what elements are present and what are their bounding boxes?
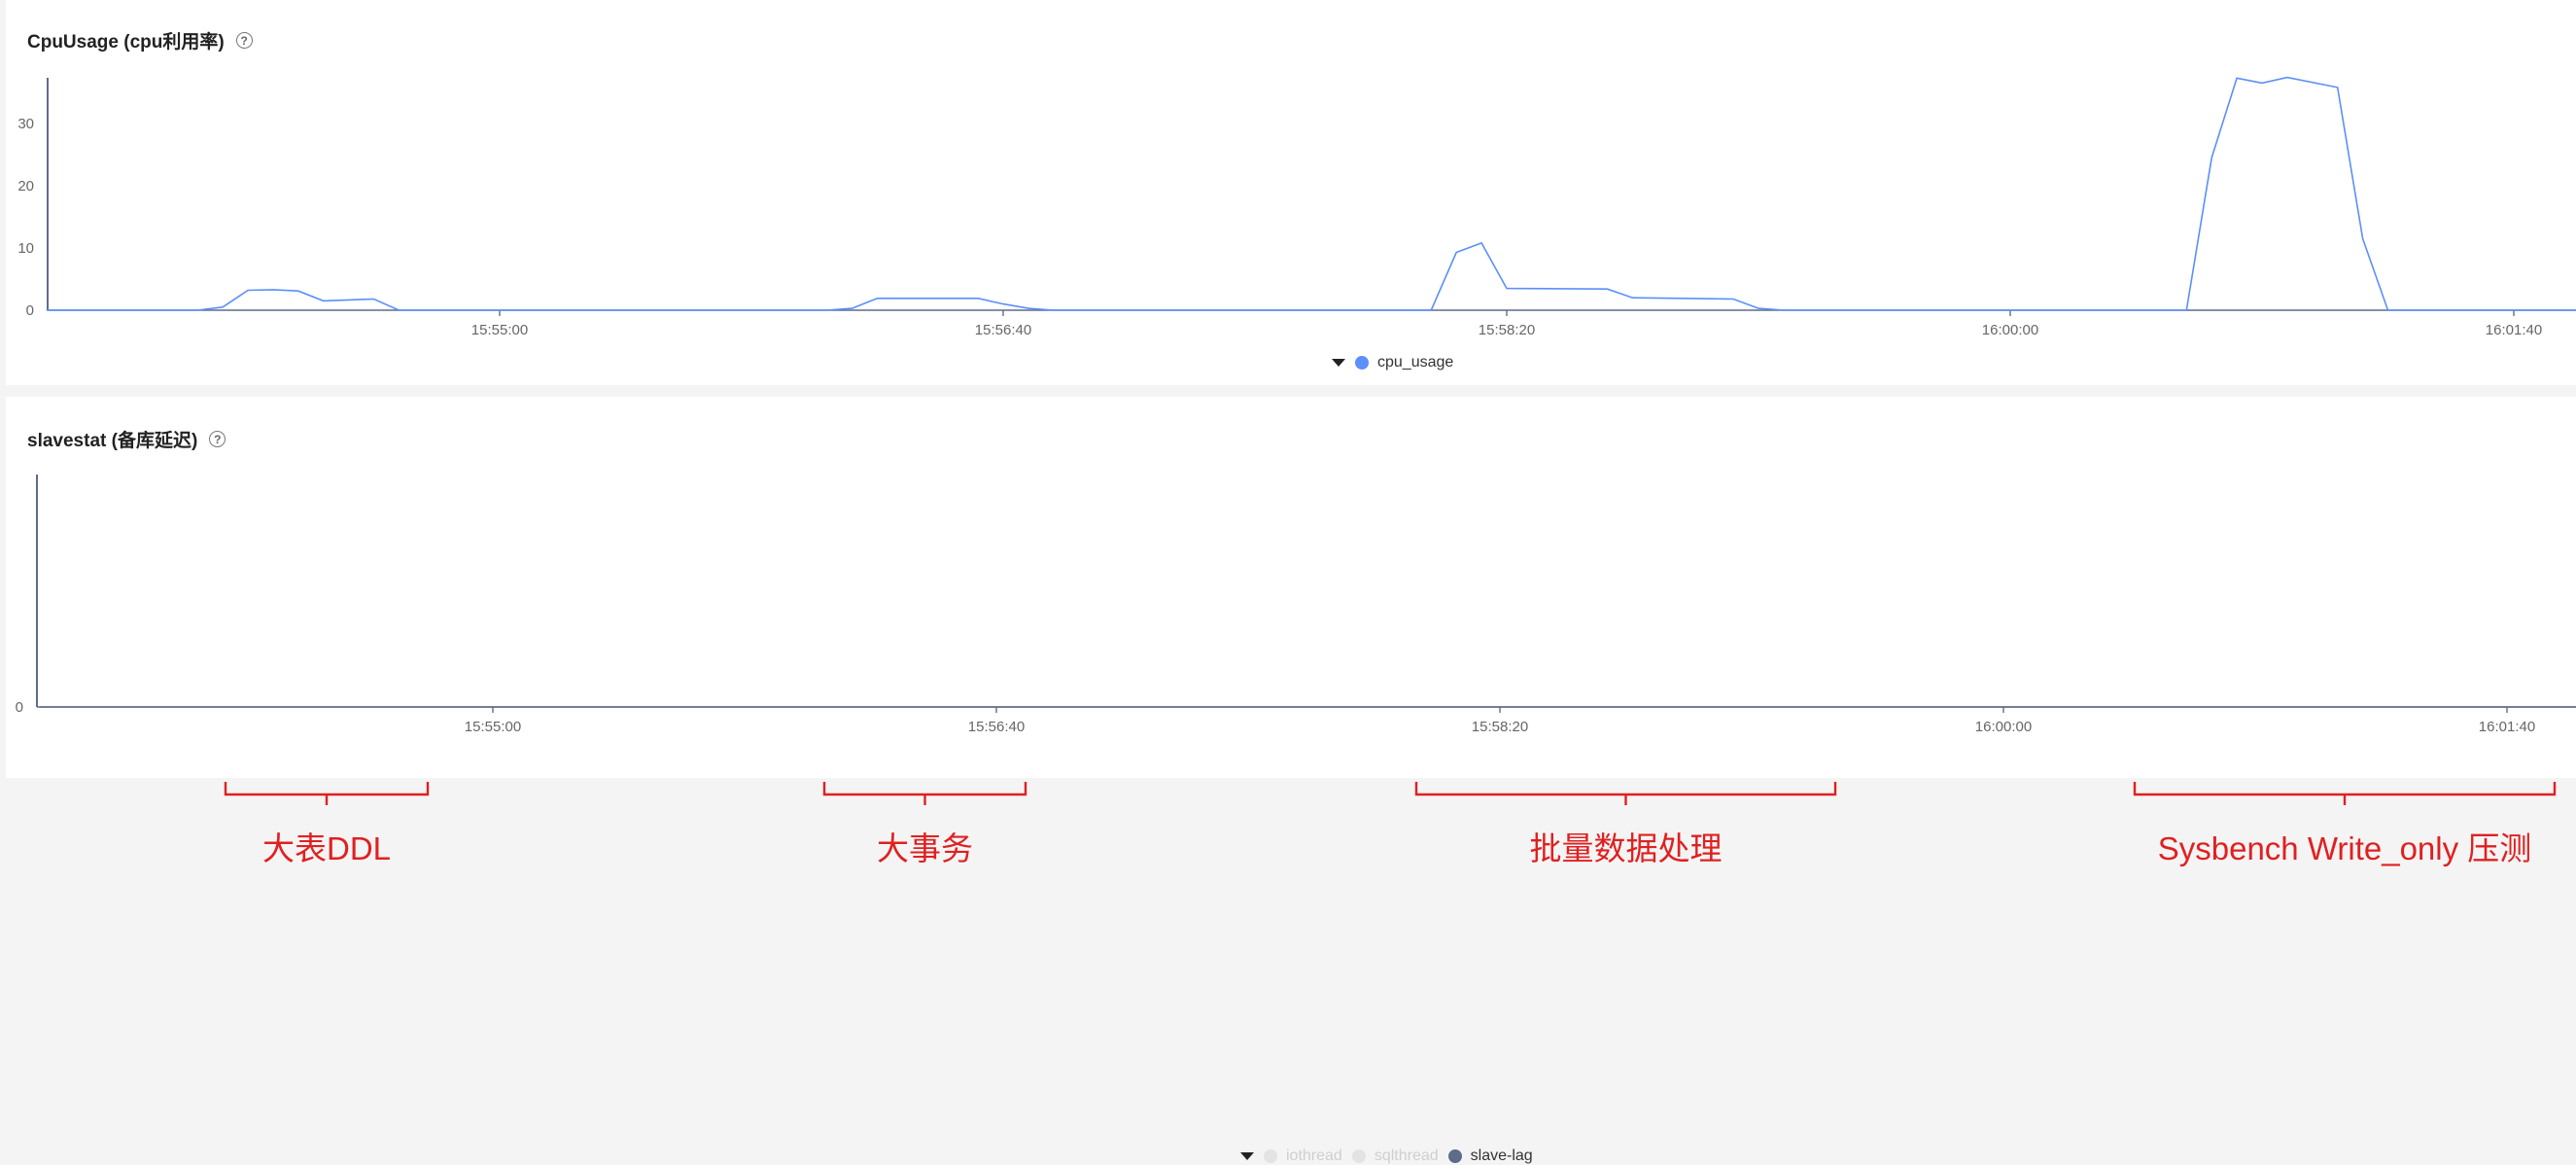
legend-dot-icon bbox=[1355, 356, 1369, 370]
y-tick-label: 10 bbox=[17, 240, 34, 257]
legend-label: slave-lag bbox=[1470, 1147, 1533, 1164]
legend-item-slave-lag[interactable]: slave-lag bbox=[1447, 1147, 1533, 1165]
legend-collapse-caret-icon[interactable] bbox=[1240, 1152, 1254, 1160]
legend-collapse-caret-icon[interactable] bbox=[1332, 359, 1345, 367]
series-line-cpu_usage bbox=[46, 76, 2576, 311]
x-tick-label: 16:01:40 bbox=[2479, 719, 2535, 735]
slavestat-chart: 0 15:55:00 15:56:40 15:58:20 16:00:00 16:01:4… bbox=[16, 475, 2576, 735]
legend-label: sqlthread bbox=[1374, 1147, 1439, 1164]
legend-dot-icon bbox=[1264, 1149, 1277, 1163]
annotation-bracket bbox=[224, 782, 430, 805]
legend-item-cpu_usage[interactable]: cpu_usage bbox=[1355, 354, 1453, 371]
annotation-label: 大事务 bbox=[877, 830, 973, 866]
y-tick-label: 30 bbox=[17, 116, 34, 132]
cpu-usage-chart: 0 10 20 30 15:55:00 15:56:40 15:58:20 16:00:00 1… bbox=[17, 76, 2576, 338]
x-tick-label: 15:55:00 bbox=[471, 322, 528, 338]
y-tick-label: 0 bbox=[26, 302, 34, 319]
annotation-label: Sysbench Write_only 压测 bbox=[2157, 830, 2532, 866]
cpu-legend: cpu_usage bbox=[1332, 354, 1463, 371]
y-tick-label: 0 bbox=[16, 699, 23, 716]
annotation-bracket bbox=[822, 782, 1027, 805]
slave-legend: iothread sqlthread slave-lag bbox=[1240, 1147, 1543, 1165]
cpu-usage-panel: CpuUsage (cpu利用率) ? 0 10 20 30 15:55:00 15:56… bbox=[6, 0, 2576, 385]
x-tick-label: 15:58:20 bbox=[1472, 719, 1528, 735]
annotation-label: 大表DDL bbox=[261, 830, 392, 866]
x-tick-label: 15:56:40 bbox=[975, 322, 1031, 338]
legend-label: iothread bbox=[1286, 1147, 1342, 1164]
x-tick-label: 16:01:40 bbox=[2486, 322, 2542, 338]
x-tick-label: 15:56:40 bbox=[968, 719, 1025, 735]
legend-dot-icon bbox=[1447, 1149, 1462, 1163]
slavestat-panel: slavestat (备库延迟) ? 0 15:55:00 15:56:40 15:5… bbox=[6, 397, 2576, 1164]
annotation-label: 批量数据处理 bbox=[1529, 830, 1723, 866]
annotation-bracket bbox=[1414, 782, 1837, 805]
legend-item-iothread[interactable]: iothread bbox=[1264, 1147, 1342, 1165]
annotation-bracket bbox=[2133, 782, 2557, 805]
legend-label: cpu_usage bbox=[1377, 354, 1454, 371]
x-tick-label: 16:00:00 bbox=[1982, 322, 2038, 338]
x-tick-label: 15:58:20 bbox=[1479, 322, 1535, 338]
y-tick-label: 20 bbox=[17, 178, 34, 194]
x-tick-label: 15:55:00 bbox=[465, 719, 521, 735]
legend-item-sqlthread[interactable]: sqlthread bbox=[1351, 1147, 1439, 1165]
x-tick-label: 16:00:00 bbox=[1975, 719, 2032, 735]
legend-dot-icon bbox=[1351, 1149, 1366, 1163]
